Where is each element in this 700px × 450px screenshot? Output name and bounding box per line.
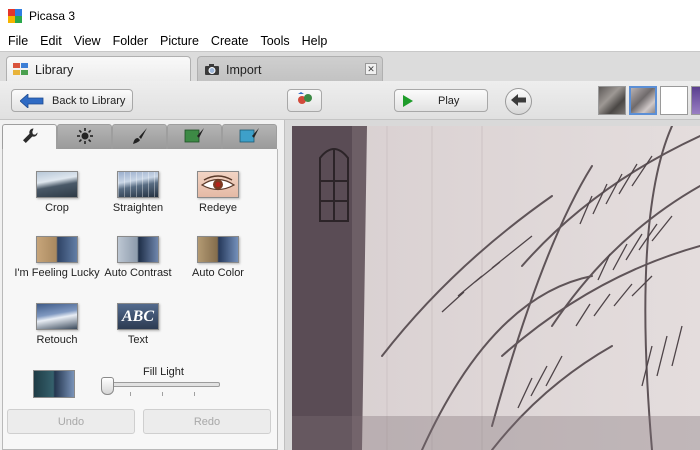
effects-green-icon — [184, 127, 206, 148]
redeye-icon — [197, 171, 239, 198]
menu-help[interactable]: Help — [296, 34, 334, 48]
tab-strip: Library Import ✕ — [0, 51, 700, 82]
feeling-lucky-icon — [36, 236, 78, 263]
text-tool[interactable]: ABC Text — [93, 303, 183, 346]
slider-tick — [194, 392, 195, 396]
menu-picture[interactable]: Picture — [154, 34, 205, 48]
crop-icon — [36, 171, 78, 198]
thumbnail[interactable] — [691, 86, 700, 115]
menu-edit[interactable]: Edit — [34, 34, 68, 48]
back-to-library-button[interactable]: Back to Library — [11, 89, 133, 112]
auto-contrast-label: Auto Contrast — [104, 267, 172, 279]
close-icon[interactable]: ✕ — [365, 63, 377, 75]
auto-contrast-icon — [117, 236, 159, 263]
auto-color-tool[interactable]: Auto Color — [173, 236, 263, 279]
tab-effects-3[interactable] — [222, 124, 277, 150]
previous-picture-button[interactable] — [505, 88, 532, 115]
thumbnail[interactable] — [660, 86, 688, 115]
tab-effects-1[interactable] — [112, 124, 167, 150]
redeye-label: Redeye — [199, 202, 237, 214]
fill-light-slider-thumb[interactable] — [101, 377, 114, 395]
auto-contrast-tool[interactable]: Auto Contrast — [93, 236, 183, 279]
tab-import-label: Import — [226, 62, 262, 77]
tool-tabs — [2, 124, 278, 150]
title-bar: Picasa 3 — [0, 0, 700, 31]
slider-tick — [162, 392, 163, 396]
window-title: Picasa 3 — [29, 8, 76, 23]
thumbnail-strip — [598, 86, 700, 115]
menu-view[interactable]: View — [68, 34, 107, 48]
tab-library-label: Library — [35, 62, 74, 77]
left-arrow-icon — [510, 94, 527, 109]
tab-effects-2[interactable] — [167, 124, 222, 150]
share-button[interactable] — [287, 89, 322, 112]
redo-button[interactable]: Redo — [143, 409, 271, 434]
play-icon — [403, 94, 413, 107]
retouch-tool[interactable]: Retouch — [12, 303, 102, 346]
brush-icon — [131, 127, 149, 148]
picasa-logo-icon — [8, 8, 22, 23]
retouch-icon — [36, 303, 78, 330]
redeye-tool[interactable]: Redeye — [173, 171, 263, 214]
toolbar: Back to Library Play — [0, 81, 700, 120]
feeling-lucky-tool[interactable]: I'm Feeling Lucky — [12, 236, 102, 279]
crop-label: Crop — [45, 202, 69, 214]
menu-file[interactable]: File — [2, 34, 34, 48]
auto-color-icon — [197, 236, 239, 263]
menu-folder[interactable]: Folder — [107, 34, 154, 48]
effects-blue-icon — [239, 127, 261, 148]
tab-library[interactable]: Library — [6, 56, 191, 82]
play-button[interactable]: Play — [394, 89, 488, 112]
tab-import[interactable]: Import ✕ — [197, 56, 383, 82]
straighten-label: Straighten — [112, 202, 164, 214]
back-to-library-label: Back to Library — [52, 94, 126, 107]
menu-create[interactable]: Create — [205, 34, 255, 48]
retouch-label: Retouch — [36, 334, 78, 346]
menu-bar: File Edit View Folder Picture Create Too… — [0, 31, 700, 51]
library-icon — [13, 63, 29, 76]
undo-button[interactable]: Undo — [7, 409, 135, 434]
tuning-icon — [76, 127, 94, 148]
tab-tuning[interactable] — [57, 124, 112, 150]
thumbnail[interactable] — [598, 86, 626, 115]
play-label: Play — [438, 94, 460, 107]
text-label: Text — [127, 334, 149, 346]
fill-light-icon — [33, 370, 75, 398]
text-icon: ABC — [117, 303, 159, 330]
photo-viewer — [285, 120, 700, 450]
slider-tick — [130, 392, 131, 396]
crop-tool[interactable]: Crop — [12, 171, 102, 214]
fill-light-label: Fill Light — [143, 366, 184, 378]
fill-light-slider-track[interactable] — [105, 382, 220, 387]
feeling-lucky-label: I'm Feeling Lucky — [14, 267, 100, 279]
photo-image[interactable] — [292, 126, 700, 450]
edit-panel — [0, 120, 285, 450]
tab-basic-fixes[interactable] — [2, 124, 57, 150]
share-icon — [295, 92, 315, 109]
straighten-icon — [117, 171, 159, 198]
back-arrow-icon — [19, 92, 44, 109]
straighten-tool[interactable]: Straighten — [93, 171, 183, 214]
auto-color-label: Auto Color — [192, 267, 244, 279]
menu-tools[interactable]: Tools — [254, 34, 295, 48]
wrench-icon — [21, 127, 39, 148]
camera-icon — [204, 63, 220, 76]
thumbnail[interactable] — [629, 86, 657, 115]
